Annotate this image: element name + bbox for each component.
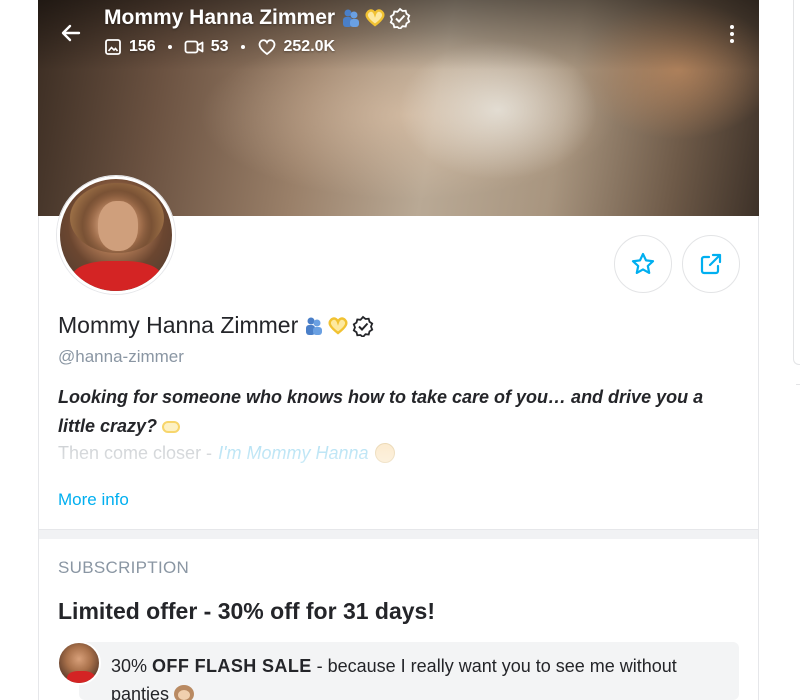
side-panel-edge	[793, 0, 800, 365]
photos-stat: 156	[104, 38, 156, 56]
bio-line-2-emphasis: I'm Mommy Hanna	[218, 443, 369, 463]
profile-badges	[304, 315, 374, 337]
header-stats: 156 53 252.0K	[104, 38, 335, 56]
bio-line-2: Then come closer - I'm Mommy Hanna	[58, 441, 738, 465]
arrow-left-icon	[61, 24, 81, 42]
promo-avatar	[57, 641, 101, 685]
stat-separator	[167, 45, 172, 49]
video-icon	[184, 40, 204, 54]
verified-badge-icon	[352, 315, 374, 337]
side-panel-divider	[796, 384, 800, 385]
verified-badge-icon	[389, 7, 411, 29]
header-title: Mommy Hanna Zimmer	[104, 6, 411, 30]
offer-title: Limited offer - 30% off for 31 days!	[58, 598, 436, 624]
bio-line-1: Looking for someone who knows how to tak…	[58, 383, 738, 441]
promo-text: 30% OFF FLASH SALE - because I really wa…	[111, 652, 711, 700]
star-icon	[631, 252, 655, 274]
likes-stat: 252.0K	[257, 38, 336, 56]
see-no-evil-monkey-icon	[174, 685, 195, 700]
heart-icon	[258, 39, 275, 56]
favorite-button[interactable]	[614, 235, 672, 293]
more-info-link[interactable]: More info	[58, 490, 129, 510]
couple-emoji-icon	[306, 317, 323, 335]
heart-hands-icon	[365, 9, 385, 27]
profile-name: Mommy Hanna Zimmer	[58, 312, 374, 339]
stat-separator	[240, 45, 245, 49]
heart-hands-icon	[328, 316, 348, 335]
promo-percent: 30%	[111, 656, 153, 676]
share-icon	[700, 253, 722, 275]
avatar[interactable]	[57, 176, 175, 294]
header-badges	[341, 7, 411, 29]
smiling-face-icon	[374, 443, 395, 463]
header-name-text: Mommy Hanna Zimmer	[104, 6, 336, 29]
profile-handle[interactable]: @hanna-zimmer	[58, 347, 184, 367]
promo-bold: OFF FLASH SALE	[152, 656, 312, 676]
heart-hands-icon	[162, 421, 181, 434]
share-button[interactable]	[682, 235, 740, 293]
couple-emoji-icon	[343, 9, 360, 27]
videos-stat: 53	[184, 38, 229, 56]
bio-line-2-prefix: Then come closer -	[58, 443, 213, 463]
section-gap	[39, 530, 758, 539]
bio-line-1-text: Looking for someone who knows how to tak…	[58, 387, 704, 436]
subscription-section-title: SUBSCRIPTION	[58, 558, 190, 577]
back-button[interactable]	[56, 18, 86, 48]
image-icon	[105, 39, 121, 55]
videos-count: 53	[210, 38, 229, 55]
photos-count: 156	[129, 38, 156, 55]
kebab-menu-icon[interactable]	[722, 20, 742, 48]
profile-name-text: Mommy Hanna Zimmer	[58, 312, 299, 338]
likes-count: 252.0K	[283, 38, 336, 55]
